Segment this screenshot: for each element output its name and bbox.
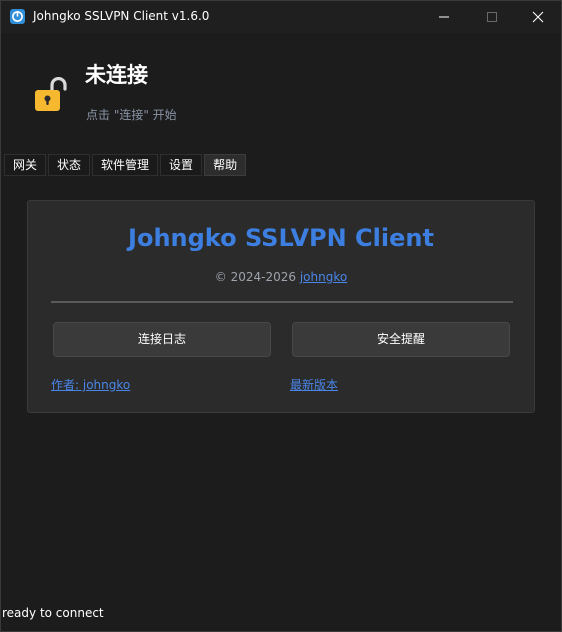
minimize-icon <box>439 16 449 18</box>
copyright-line: © 2024-2026 johngko <box>28 270 534 284</box>
title-bar[interactable]: Johngko SSLVPN Client v1.6.0 <box>1 1 561 33</box>
security-notice-button[interactable]: 安全提醒 <box>292 322 510 357</box>
app-name-heading: Johngko SSLVPN Client <box>128 224 434 252</box>
status-bar-text: ready to connect <box>2 606 104 620</box>
connection-log-button[interactable]: 连接日志 <box>53 322 271 357</box>
window-title: Johngko SSLVPN Client v1.6.0 <box>33 9 210 23</box>
tab-bar: 网关 状态 软件管理 设置 帮助 <box>4 154 247 176</box>
tab-help[interactable]: 帮助 <box>204 154 247 176</box>
latest-version-link[interactable]: 最新版本 <box>290 376 338 393</box>
tab-settings[interactable]: 设置 <box>160 154 203 176</box>
connection-status-hint: 点击 "连接" 开始 <box>86 108 177 122</box>
close-button[interactable] <box>515 1 561 33</box>
help-panel: Johngko SSLVPN Client © 2024-2026 johngk… <box>27 200 535 413</box>
copyright-text: © 2024-2026 <box>214 270 297 284</box>
close-icon <box>532 11 544 23</box>
tab-software-management[interactable]: 软件管理 <box>92 154 159 176</box>
connection-status-title: 未连接 <box>85 63 148 87</box>
tab-status[interactable]: 状态 <box>48 154 91 176</box>
app-window: Johngko SSLVPN Client v1.6.0 未连接 点击 "连接"… <box>0 0 562 632</box>
maximize-button[interactable] <box>469 1 515 33</box>
app-logo-icon <box>10 9 25 24</box>
author-link[interactable]: 作者: johngko <box>51 376 130 393</box>
copyright-author-link[interactable]: johngko <box>300 270 347 284</box>
tab-gateway[interactable]: 网关 <box>4 154 47 176</box>
divider <box>51 301 513 303</box>
maximize-icon <box>487 12 497 22</box>
unlocked-padlock-icon <box>33 76 67 113</box>
minimize-button[interactable] <box>421 1 467 33</box>
